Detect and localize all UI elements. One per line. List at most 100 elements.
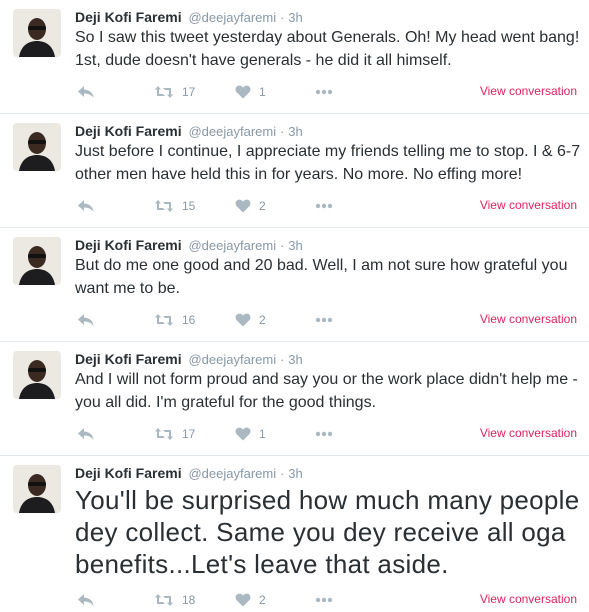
retweet-icon xyxy=(155,594,173,606)
separator-dot: · xyxy=(280,10,285,25)
tweet-timestamp[interactable]: 3h xyxy=(288,352,302,367)
tweet[interactable]: Deji Kofi Faremi @deejayfaremi · 3h But … xyxy=(0,228,589,342)
view-conversation-link[interactable]: View conversation xyxy=(480,312,577,326)
like-button[interactable]: 1 xyxy=(235,424,266,444)
tweet-actions: 18 2 View conversation xyxy=(75,590,589,610)
tweet-text: You'll be surprised how much many people… xyxy=(75,485,580,579)
tweet-actions: 17 1 View conversation xyxy=(75,82,589,102)
more-button[interactable] xyxy=(315,424,333,444)
avatar[interactable] xyxy=(13,351,61,399)
separator-dot: · xyxy=(280,238,285,253)
reply-icon xyxy=(78,200,94,212)
author-name[interactable]: Deji Kofi Faremi xyxy=(75,9,182,25)
reply-button[interactable] xyxy=(77,310,95,330)
tweet-actions: 15 2 View conversation xyxy=(75,196,589,216)
author-name[interactable]: Deji Kofi Faremi xyxy=(75,237,182,253)
tweet-timestamp[interactable]: 3h xyxy=(288,238,302,253)
separator-dot: · xyxy=(280,352,285,367)
more-dots-icon xyxy=(315,89,333,95)
view-conversation-link[interactable]: View conversation xyxy=(480,592,577,606)
more-dots-icon xyxy=(315,597,333,603)
retweet-icon xyxy=(155,314,173,326)
like-button[interactable]: 2 xyxy=(235,196,266,216)
retweet-count: 18 xyxy=(182,593,196,607)
retweet-button[interactable]: 16 xyxy=(154,310,195,330)
like-button[interactable]: 2 xyxy=(235,310,266,330)
reply-icon xyxy=(78,594,94,606)
author-name[interactable]: Deji Kofi Faremi xyxy=(75,123,182,139)
retweet-button[interactable]: 15 xyxy=(154,196,195,216)
avatar[interactable] xyxy=(13,237,61,285)
heart-icon xyxy=(235,427,251,441)
heart-icon xyxy=(235,593,251,607)
tweet[interactable]: Deji Kofi Faremi @deejayfaremi · 3h Just… xyxy=(0,114,589,228)
author-handle[interactable]: @deejayfaremi xyxy=(188,124,276,139)
tweet-actions: 17 1 View conversation xyxy=(75,424,589,444)
author-handle[interactable]: @deejayfaremi xyxy=(188,238,276,253)
avatar[interactable] xyxy=(13,9,61,57)
retweet-button[interactable]: 18 xyxy=(154,590,195,610)
view-conversation-link[interactable]: View conversation xyxy=(480,84,577,98)
tweet-text: Just before I continue, I appreciate my … xyxy=(75,143,581,183)
tweet[interactable]: Deji Kofi Faremi @deejayfaremi · 3h You'… xyxy=(0,456,589,612)
more-dots-icon xyxy=(315,431,333,437)
tweet-header: Deji Kofi Faremi @deejayfaremi · 3h xyxy=(75,350,303,369)
reply-button[interactable] xyxy=(77,590,95,610)
like-button[interactable]: 1 xyxy=(235,82,266,102)
heart-icon xyxy=(235,199,251,213)
tweet[interactable]: Deji Kofi Faremi @deejayfaremi · 3h So I… xyxy=(0,0,589,114)
separator-dot: · xyxy=(280,124,285,139)
retweet-count: 17 xyxy=(182,427,196,441)
view-conversation-link[interactable]: View conversation xyxy=(480,426,577,440)
tweet-actions: 16 2 View conversation xyxy=(75,310,589,330)
retweet-count: 16 xyxy=(182,313,196,327)
tweet-timestamp[interactable]: 3h xyxy=(288,124,302,139)
retweet-count: 15 xyxy=(182,199,196,213)
author-name[interactable]: Deji Kofi Faremi xyxy=(75,465,182,481)
like-count: 2 xyxy=(259,313,266,327)
tweet-text: And I will not form proud and say you or… xyxy=(75,371,578,411)
tweet-timestamp[interactable]: 3h xyxy=(288,466,302,481)
avatar[interactable] xyxy=(13,123,61,171)
retweet-icon xyxy=(155,200,173,212)
like-button[interactable]: 2 xyxy=(235,590,266,610)
retweet-icon xyxy=(155,86,173,98)
view-conversation-link[interactable]: View conversation xyxy=(480,198,577,212)
like-count: 1 xyxy=(259,85,266,99)
tweet-text: But do me one good and 20 bad. Well, I a… xyxy=(75,257,568,297)
author-name[interactable]: Deji Kofi Faremi xyxy=(75,351,182,367)
tweet-timestamp[interactable]: 3h xyxy=(288,10,302,25)
more-button[interactable] xyxy=(315,82,333,102)
tweet-text: So I saw this tweet yesterday about Gene… xyxy=(75,29,580,69)
reply-button[interactable] xyxy=(77,82,95,102)
separator-dot: · xyxy=(280,466,285,481)
avatar[interactable] xyxy=(13,465,61,513)
retweet-icon xyxy=(155,428,173,440)
like-count: 2 xyxy=(259,199,266,213)
reply-button[interactable] xyxy=(77,424,95,444)
heart-icon xyxy=(235,85,251,99)
retweet-button[interactable]: 17 xyxy=(154,424,195,444)
more-dots-icon xyxy=(315,317,333,323)
reply-icon xyxy=(78,86,94,98)
like-count: 1 xyxy=(259,427,266,441)
more-button[interactable] xyxy=(315,196,333,216)
more-dots-icon xyxy=(315,203,333,209)
reply-button[interactable] xyxy=(77,196,95,216)
retweet-button[interactable]: 17 xyxy=(154,82,195,102)
author-handle[interactable]: @deejayfaremi xyxy=(188,10,276,25)
retweet-count: 17 xyxy=(182,85,196,99)
more-button[interactable] xyxy=(315,590,333,610)
tweet-header: Deji Kofi Faremi @deejayfaremi · 3h xyxy=(75,8,303,27)
more-button[interactable] xyxy=(315,310,333,330)
reply-icon xyxy=(78,428,94,440)
tweet-header: Deji Kofi Faremi @deejayfaremi · 3h xyxy=(75,122,303,141)
tweet[interactable]: Deji Kofi Faremi @deejayfaremi · 3h And … xyxy=(0,342,589,456)
author-handle[interactable]: @deejayfaremi xyxy=(188,352,276,367)
like-count: 2 xyxy=(259,593,266,607)
author-handle[interactable]: @deejayfaremi xyxy=(188,466,276,481)
reply-icon xyxy=(78,314,94,326)
tweet-header: Deji Kofi Faremi @deejayfaremi · 3h xyxy=(75,236,303,255)
heart-icon xyxy=(235,313,251,327)
tweet-header: Deji Kofi Faremi @deejayfaremi · 3h xyxy=(75,464,303,483)
